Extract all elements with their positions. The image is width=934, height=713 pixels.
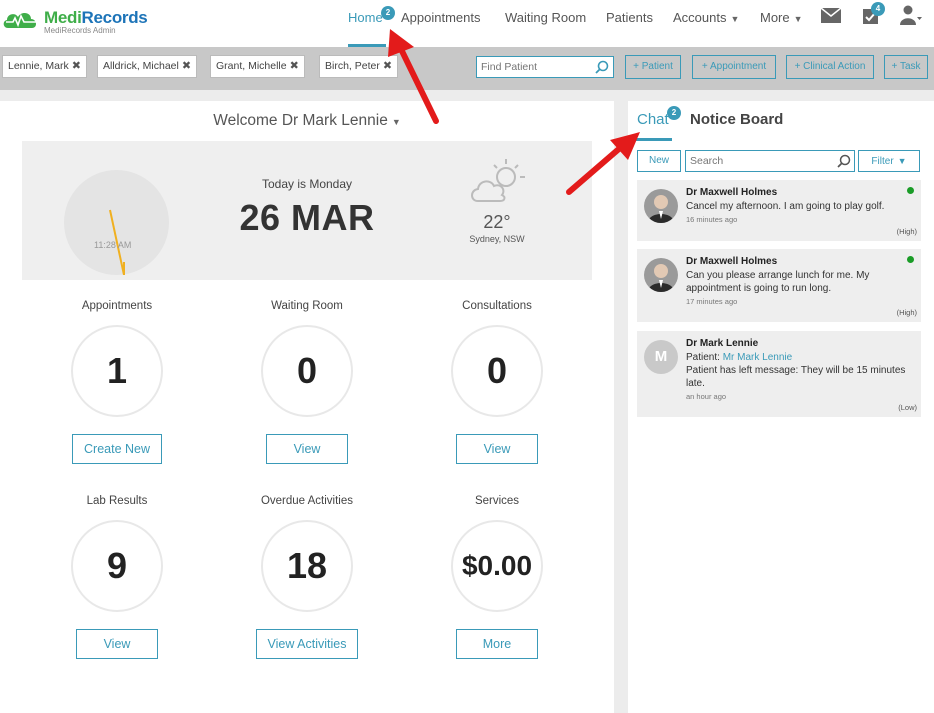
lab-results-count: 9 <box>71 520 163 612</box>
message-sender: Dr Maxwell Holmes <box>686 187 778 198</box>
nav-patients[interactable]: Patients <box>606 10 653 25</box>
add-patient-button[interactable]: + Patient <box>625 55 681 79</box>
cloud-logo-icon <box>3 13 37 28</box>
patient-tab[interactable]: Alldrick, Michael ✖ <box>97 55 198 78</box>
chat-badge: 2 <box>667 106 681 120</box>
add-appointment-button[interactable]: + Appointment <box>692 55 776 79</box>
nav-home[interactable]: Home <box>348 10 383 25</box>
chat-tab-indicator <box>636 138 672 141</box>
create-new-appointment-button[interactable]: Create New <box>72 434 162 464</box>
services-label: Services <box>474 495 520 507</box>
avatar: M <box>644 340 678 374</box>
brand-name: MediRecords <box>44 8 148 27</box>
message-text: Cancel my afternoon. I am going to play … <box>686 201 885 212</box>
lab-results-label: Lab Results <box>86 495 148 507</box>
add-task-button[interactable]: + Task <box>884 55 928 79</box>
appointments-label: Appointments <box>81 300 153 312</box>
temperature: 22° <box>483 212 511 232</box>
mail-icon[interactable] <box>821 8 841 23</box>
chat-message[interactable]: M Dr Mark Lennie Patient: Mr Mark Lennie… <box>637 331 921 417</box>
appointments-count: 1 <box>71 325 163 417</box>
clock-hands <box>109 209 125 275</box>
patient-tab[interactable]: Lennie, Mark ✖ <box>2 55 87 78</box>
today-label: Today is Monday <box>261 177 353 191</box>
weather-location: Sydney, NSW <box>469 234 525 244</box>
medirecords-logo[interactable]: MediRecords MediRecords Admin <box>2 6 152 36</box>
message-text: Can you please arrange lunch for me. My … <box>686 270 870 294</box>
add-clinical-action-button[interactable]: + Clinical Action <box>786 55 874 79</box>
welcome-menu[interactable]: Welcome Dr Mark Lennie ▼ <box>0 112 614 130</box>
online-status-dot <box>907 187 914 194</box>
avatar <box>644 189 678 223</box>
find-patient-input[interactable] <box>477 57 595 77</box>
view-consultations-button[interactable]: View <box>456 434 538 464</box>
waiting-room-label: Waiting Room <box>271 300 343 312</box>
consultations-label: Consultations <box>462 300 532 312</box>
view-activities-button[interactable]: View Activities <box>256 629 358 659</box>
chat-message[interactable]: Dr Maxwell Holmes Cancel my afternoon. I… <box>637 180 921 241</box>
analog-clock: 11:28 AM <box>64 170 169 275</box>
message-priority: (High) <box>896 308 917 317</box>
overdue-activities-label: Overdue Activities <box>260 495 354 507</box>
avatar <box>644 258 678 292</box>
close-icon[interactable]: ✖ <box>290 60 299 72</box>
chevron-down-icon: ▼ <box>793 14 803 24</box>
message-time: 16 minutes ago <box>686 215 738 224</box>
chevron-down-icon: ▼ <box>391 117 401 127</box>
chat-search-input[interactable] <box>686 151 834 171</box>
chat-panel: Chat 2 Notice Board New Filter▼ Dr Maxwe… <box>628 101 934 713</box>
message-body: Can you please arrange lunch for me. My … <box>686 269 914 308</box>
today-summary: 11:28 AM Today is Monday 26 MAR 22° Sydn… <box>22 141 592 280</box>
overdue-activities-count: 18 <box>261 520 353 612</box>
chat-search-field <box>685 150 855 172</box>
message-sender: Dr Mark Lennie <box>686 338 759 349</box>
services-total: $0.00 <box>451 520 543 612</box>
view-lab-results-button[interactable]: View <box>76 629 158 659</box>
clock-time: 11:28 AM <box>94 240 132 250</box>
message-time: 17 minutes ago <box>686 297 738 306</box>
message-priority: (High) <box>896 227 917 236</box>
filter-button[interactable]: Filter ▼ <box>858 150 920 172</box>
patient-link[interactable]: Mr Mark Lennie <box>723 352 792 363</box>
message-body: Patient: Mr Mark Lennie Patient has left… <box>686 351 914 403</box>
patient-tab[interactable]: Birch, Peter ✖ <box>319 55 399 78</box>
chevron-down-icon: ▼ <box>730 14 740 24</box>
current-date: 26 MAR <box>239 197 375 238</box>
dashboard-panel: Welcome Dr Mark Lennie ▼ 11:28 AM Today i… <box>0 101 614 713</box>
services-more-button[interactable]: More <box>456 629 538 659</box>
close-icon[interactable]: ✖ <box>383 60 392 72</box>
close-icon[interactable]: ✖ <box>72 60 81 72</box>
top-navigation: MediRecords MediRecords Admin Home 2 App… <box>0 0 934 47</box>
message-time: an hour ago <box>686 392 727 401</box>
patient-tabs-bar: Lennie, Mark ✖ Alldrick, Michael ✖ Grant, … <box>0 47 934 90</box>
message-sender: Dr Maxwell Holmes <box>686 256 778 267</box>
home-badge: 2 <box>381 6 395 20</box>
search-icon[interactable] <box>837 154 851 168</box>
message-body: Cancel my afternoon. I am going to play … <box>686 200 914 226</box>
message-text: Patient has left message: They will be 1… <box>686 365 906 389</box>
message-priority: (Low) <box>898 403 917 412</box>
tab-chat[interactable]: Chat <box>637 111 669 128</box>
nav-accounts[interactable]: Accounts ▼ <box>673 10 739 25</box>
tab-notice-board[interactable]: Notice Board <box>690 111 783 128</box>
new-chat-button[interactable]: New <box>637 150 681 172</box>
nav-more[interactable]: More ▼ <box>760 10 803 25</box>
patient-tab[interactable]: Grant, Michelle ✖ <box>210 55 305 78</box>
close-icon[interactable]: ✖ <box>182 60 191 72</box>
search-icon[interactable] <box>595 60 609 74</box>
find-patient-field <box>476 56 614 78</box>
chat-message[interactable]: Dr Maxwell Holmes Can you please arrange… <box>637 249 921 322</box>
view-waiting-room-button[interactable]: View <box>266 434 348 464</box>
partly-cloudy-icon <box>471 159 525 202</box>
tasks-badge: 4 <box>871 2 885 16</box>
user-icon[interactable] <box>900 5 922 25</box>
nav-waiting-room[interactable]: Waiting Room <box>505 10 586 25</box>
online-status-dot <box>907 256 914 263</box>
message-patient-line: Patient: Mr Mark Lennie <box>686 352 793 363</box>
chevron-down-icon: ▼ <box>897 156 907 166</box>
nav-appointments[interactable]: Appointments <box>401 10 481 25</box>
consultations-count: 0 <box>451 325 543 417</box>
waiting-room-count: 0 <box>261 325 353 417</box>
brand-subtitle: MediRecords Admin <box>44 26 116 35</box>
